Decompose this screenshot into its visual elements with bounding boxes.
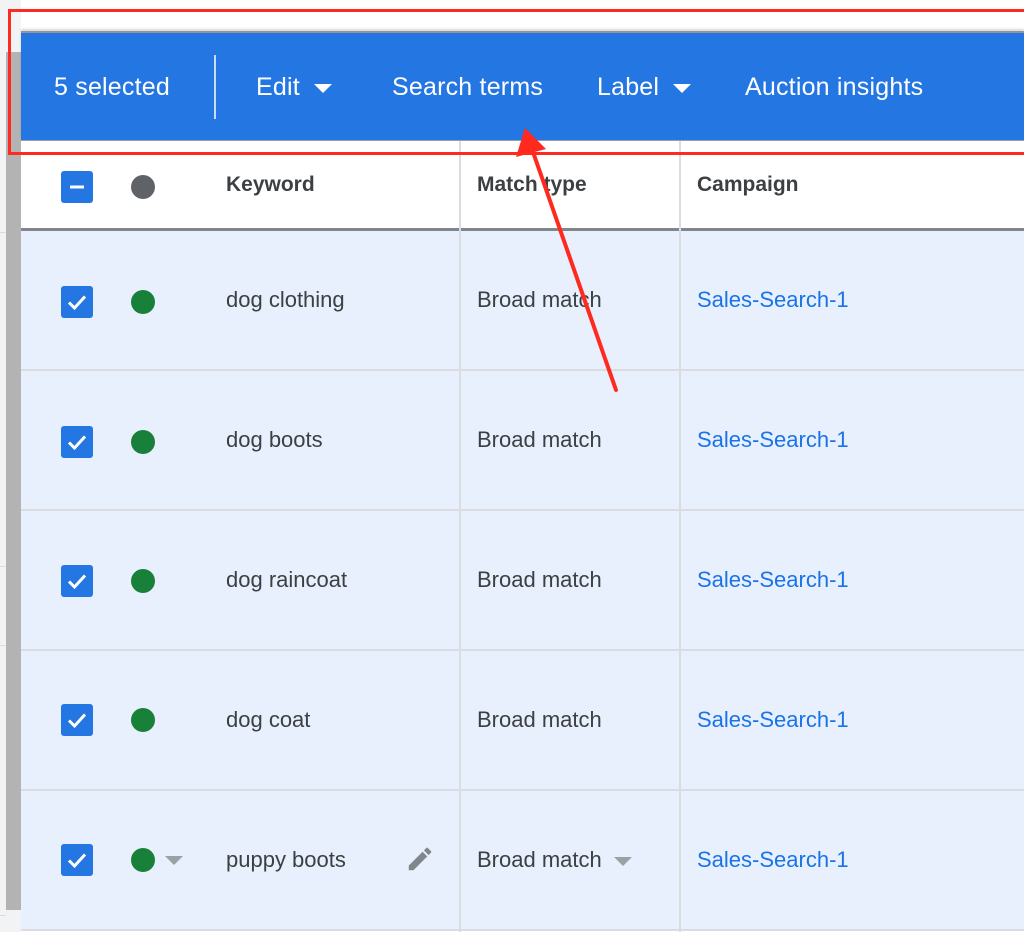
status-enabled-icon[interactable]: [131, 569, 155, 593]
select-all-checkbox[interactable]: [61, 171, 93, 203]
status-enabled-icon[interactable]: [131, 290, 155, 314]
selection-action-bar: 5 selected Edit Search terms Label Aucti…: [21, 31, 1024, 141]
table-row[interactable]: dog coat Broad match Sales-Search-1: [21, 651, 1024, 791]
edit-label: Edit: [256, 72, 300, 101]
status-column-icon[interactable]: [131, 175, 155, 199]
action-bar-divider: [214, 55, 216, 119]
checkmark-icon: [67, 574, 87, 590]
auction-insights-button[interactable]: Auction insights: [745, 33, 923, 141]
indeterminate-icon: [70, 185, 84, 189]
table-row[interactable]: dog raincoat Broad match Sales-Search-1: [21, 511, 1024, 651]
status-enabled-icon[interactable]: [131, 430, 155, 454]
keyword-text[interactable]: dog clothing: [226, 231, 345, 369]
scrollbar-thumb[interactable]: [6, 52, 21, 910]
chevron-down-icon: [313, 84, 332, 93]
table-header-row: Keyword Match type Campaign: [21, 141, 1024, 231]
row-checkbox[interactable]: [61, 565, 93, 597]
edit-menu-button[interactable]: Edit: [256, 33, 332, 141]
column-header-keyword[interactable]: Keyword: [226, 141, 315, 228]
column-divider: [459, 141, 461, 932]
edit-pencil-icon[interactable]: [405, 844, 435, 874]
row-checkbox[interactable]: [61, 844, 93, 876]
match-type-text: Broad match: [477, 567, 602, 592]
table-row[interactable]: dog clothing Broad match Sales-Search-1: [21, 231, 1024, 371]
label-menu-button[interactable]: Label: [597, 33, 692, 141]
checkmark-icon: [67, 435, 87, 451]
campaign-link[interactable]: Sales-Search-1: [697, 791, 849, 929]
table-row-hovered[interactable]: puppy boots Broad match Sales-Search-1: [21, 791, 1024, 931]
keyword-text[interactable]: dog coat: [226, 651, 310, 789]
checkmark-icon: [67, 295, 87, 311]
checkmark-icon: [67, 713, 87, 729]
table-row[interactable]: dog boots Broad match Sales-Search-1: [21, 371, 1024, 511]
column-header-campaign[interactable]: Campaign: [697, 141, 799, 228]
row-checkbox[interactable]: [61, 426, 93, 458]
status-enabled-icon[interactable]: [131, 848, 155, 872]
match-type-dropdown[interactable]: Broad match: [477, 791, 632, 929]
keywords-table-panel: 5 selected Edit Search terms Label Aucti…: [21, 0, 1024, 932]
status-enabled-icon[interactable]: [131, 708, 155, 732]
keyword-text[interactable]: puppy boots: [226, 791, 346, 929]
checkmark-icon: [67, 853, 87, 869]
campaign-link[interactable]: Sales-Search-1: [697, 511, 849, 649]
campaign-link[interactable]: Sales-Search-1: [697, 371, 849, 509]
match-type-text: Broad match: [477, 287, 602, 312]
chevron-down-icon: [673, 84, 692, 93]
vertical-scrollbar[interactable]: [6, 0, 21, 932]
match-type-text: Broad match: [477, 707, 602, 732]
keyword-text[interactable]: dog raincoat: [226, 511, 347, 649]
column-header-match-type[interactable]: Match type: [477, 141, 587, 228]
match-type-text: Broad match: [477, 427, 602, 452]
row-checkbox[interactable]: [61, 704, 93, 736]
label-label: Label: [597, 72, 660, 101]
row-checkbox[interactable]: [61, 286, 93, 318]
chevron-down-icon: [613, 856, 632, 866]
match-type-text: Broad match: [477, 847, 602, 872]
status-dropdown-caret-icon[interactable]: [165, 856, 183, 865]
campaign-link[interactable]: Sales-Search-1: [697, 231, 849, 369]
campaign-link[interactable]: Sales-Search-1: [697, 651, 849, 789]
selected-count: 5 selected: [54, 72, 170, 101]
keyword-text[interactable]: dog boots: [226, 371, 323, 509]
column-divider: [679, 141, 681, 932]
search-terms-button[interactable]: Search terms: [392, 33, 543, 141]
